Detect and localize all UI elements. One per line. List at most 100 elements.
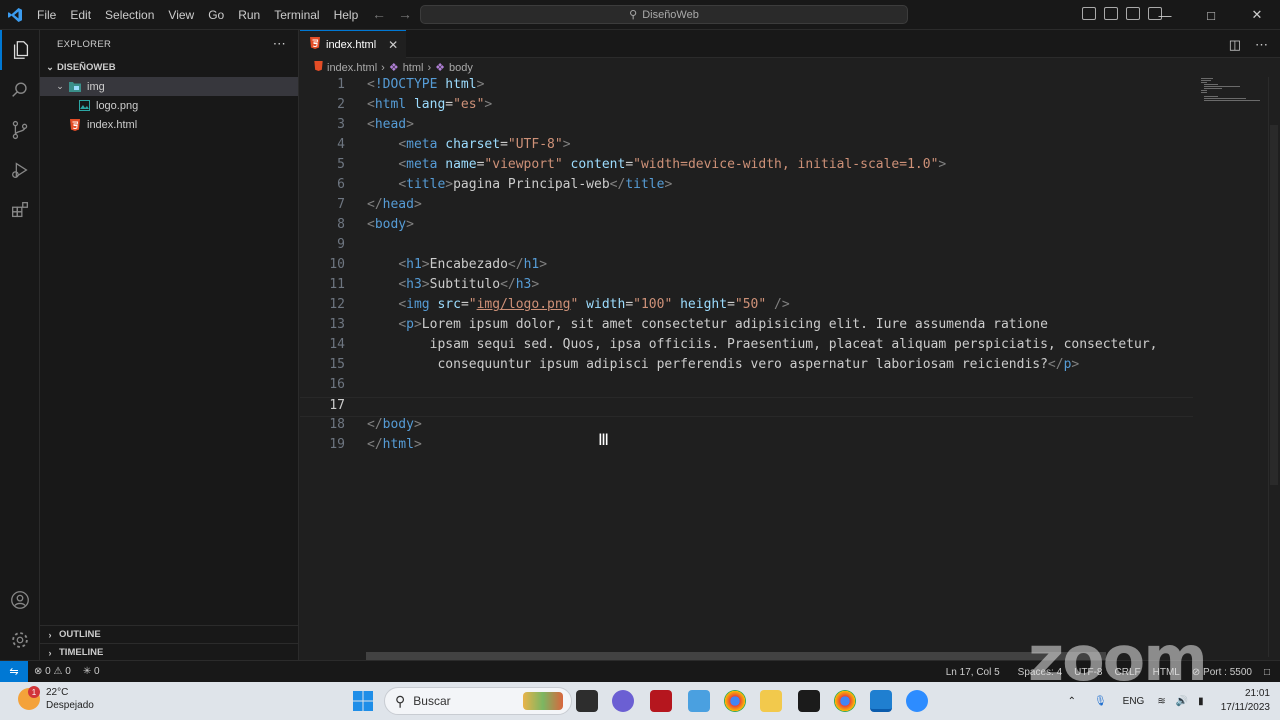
menu-selection[interactable]: Selection bbox=[98, 0, 161, 30]
menu-view[interactable]: View bbox=[161, 0, 201, 30]
tab-index-html[interactable]: index.html ✕ bbox=[300, 30, 407, 58]
menu-terminal[interactable]: Terminal bbox=[267, 0, 326, 30]
workspace-root[interactable]: ⌄ DISEÑOWEB bbox=[40, 58, 298, 77]
code-line[interactable]: 19 </html> bbox=[300, 437, 1193, 457]
input-language[interactable]: ENG bbox=[1115, 696, 1153, 707]
more-actions-icon[interactable]: ⋯ bbox=[1255, 37, 1268, 53]
code-token: < bbox=[398, 317, 407, 332]
line-number: 5 bbox=[337, 157, 345, 172]
code-line[interactable]: 16 bbox=[300, 377, 1193, 397]
maximize-icon[interactable]: □ bbox=[1188, 0, 1234, 30]
task-view-icon[interactable] bbox=[576, 690, 598, 712]
breadcrumb-item[interactable]: index.html bbox=[327, 62, 377, 74]
vertical-scrollbar[interactable] bbox=[1268, 77, 1280, 657]
close-tab-icon[interactable]: ✕ bbox=[388, 38, 398, 52]
outline-section[interactable]: › OUTLINE bbox=[40, 625, 299, 643]
ports-indicator[interactable]: ✳ 0 bbox=[77, 666, 106, 677]
microphone-icon[interactable]: 🎙 bbox=[1086, 696, 1115, 707]
line-number: 18 bbox=[329, 417, 345, 432]
menu-run[interactable]: Run bbox=[231, 0, 267, 30]
snipping-tool-icon[interactable] bbox=[688, 690, 710, 712]
tree-item-img-folder[interactable]: ⌄ img bbox=[40, 77, 298, 96]
zoom-app-icon[interactable] bbox=[906, 690, 928, 712]
timeline-section[interactable]: › TIMELINE bbox=[40, 643, 299, 661]
toggle-sidebar-icon[interactable] bbox=[1082, 7, 1096, 20]
code-line[interactable]: 8 <body> bbox=[300, 217, 1193, 237]
code-line[interactable]: 5 <meta name="viewport" content="width=d… bbox=[300, 157, 1193, 177]
tree-item-logo-png[interactable]: logo.png bbox=[40, 96, 298, 115]
code-line[interactable]: 4 <meta charset="UTF-8"> bbox=[300, 137, 1193, 157]
extensions-icon[interactable] bbox=[0, 190, 40, 230]
command-center[interactable]: ⚲ DiseñoWeb bbox=[420, 5, 908, 24]
taskbar-search[interactable]: ⚲ Buscar bbox=[384, 687, 572, 715]
breadcrumb-item[interactable]: body bbox=[449, 62, 473, 74]
back-arrow-icon[interactable]: ← bbox=[372, 6, 386, 22]
intellij-icon[interactable] bbox=[798, 690, 820, 712]
windows-start-icon[interactable] bbox=[352, 690, 374, 712]
file-explorer-icon[interactable] bbox=[760, 690, 782, 712]
code-line[interactable]: 7 </head> bbox=[300, 197, 1193, 217]
search-view-icon[interactable] bbox=[0, 70, 40, 110]
chevron-right-icon: › bbox=[427, 61, 432, 74]
more-actions-icon[interactable]: ⋯ bbox=[273, 36, 286, 52]
wifi-icon[interactable]: ≋ bbox=[1152, 696, 1170, 707]
chrome-icon[interactable] bbox=[724, 690, 746, 712]
code-token: "width=device-width, initial-scale=1.0" bbox=[633, 157, 939, 172]
manage-gear-icon[interactable] bbox=[0, 620, 40, 660]
remote-indicator-icon[interactable]: ⇋ bbox=[0, 660, 28, 683]
teams-chat-icon[interactable] bbox=[612, 690, 634, 712]
tree-item-index-html[interactable]: index.html bbox=[40, 115, 298, 134]
battery-icon[interactable]: ▮ bbox=[1193, 696, 1209, 707]
code-line[interactable]: 10 <h1>Encabezado</h1> bbox=[300, 257, 1193, 277]
code-line[interactable]: 3 <head> bbox=[300, 117, 1193, 137]
accounts-icon[interactable] bbox=[0, 580, 40, 620]
run-debug-icon[interactable] bbox=[0, 150, 40, 190]
code-token: > bbox=[484, 97, 493, 112]
code-line[interactable]: 12 <img src="img/logo.png" width="100" h… bbox=[300, 297, 1193, 317]
cursor-position[interactable]: Ln 17, Col 5 bbox=[940, 667, 1006, 678]
menu-help[interactable]: Help bbox=[327, 0, 366, 30]
code-token: < bbox=[398, 277, 407, 292]
code-editor[interactable]: 1 <!DOCTYPE html> 2 <html lang="es"> 3 <head>… bbox=[300, 77, 1193, 657]
volume-icon[interactable]: 🔊 bbox=[1171, 696, 1193, 707]
scrollbar-thumb[interactable] bbox=[1270, 125, 1278, 485]
code-line[interactable]: 13 <p>Lorem ipsum dolor, sit amet consec… bbox=[300, 317, 1193, 337]
clock[interactable]: 21:01 17/11/2023 bbox=[1209, 687, 1280, 715]
line-number: 19 bbox=[329, 437, 345, 452]
toggle-panel-icon[interactable] bbox=[1104, 7, 1118, 20]
code-line[interactable]: 15 consequuntur ipsum adipisci perferend… bbox=[300, 357, 1193, 377]
split-editor-icon[interactable]: ◫ bbox=[1229, 37, 1241, 53]
code-line[interactable]: 2 <html lang="es"> bbox=[300, 97, 1193, 117]
code-token: > bbox=[413, 437, 422, 452]
chrome-profile-icon[interactable] bbox=[834, 690, 856, 712]
close-window-icon[interactable]: ✕ bbox=[1234, 0, 1280, 30]
code-line[interactable]: 14 ipsam sequi sed. Quos, ipsa officiis.… bbox=[300, 337, 1193, 357]
vscode-taskbar-icon[interactable] bbox=[870, 690, 892, 712]
minimap[interactable] bbox=[1193, 77, 1268, 137]
minimize-icon[interactable]: — bbox=[1142, 0, 1188, 30]
app-icon[interactable] bbox=[650, 690, 672, 712]
breadcrumb-item[interactable]: html bbox=[403, 62, 424, 74]
explorer-icon[interactable] bbox=[0, 30, 40, 70]
code-line[interactable]: 11 <h3>Subtitulo</h3> bbox=[300, 277, 1193, 297]
source-control-icon[interactable] bbox=[0, 110, 40, 150]
problems-indicator[interactable]: ⊗ 0 ⚠ 0 bbox=[28, 666, 77, 677]
code-token: img bbox=[406, 297, 430, 312]
code-line[interactable]: 18 </body> bbox=[300, 417, 1193, 437]
notifications-bell-icon[interactable]: □ bbox=[1258, 667, 1280, 678]
menu-edit[interactable]: Edit bbox=[63, 0, 98, 30]
weather-widget[interactable]: 1 22°C Despejado bbox=[18, 686, 94, 712]
code-token: < bbox=[398, 257, 407, 272]
code-token: meta bbox=[406, 157, 438, 172]
code-line[interactable]: 17 bbox=[300, 397, 1193, 417]
code-line[interactable]: 1 <!DOCTYPE html> bbox=[300, 77, 1193, 97]
forward-arrow-icon[interactable]: → bbox=[398, 6, 412, 22]
toggle-secondary-sidebar-icon[interactable] bbox=[1126, 7, 1140, 20]
code-text: <head> bbox=[367, 117, 414, 132]
code-line[interactable]: 9 bbox=[300, 237, 1193, 257]
chevron-up-icon[interactable]: ⌃ bbox=[1058, 696, 1086, 707]
code-token: Subtitulo bbox=[429, 277, 501, 292]
menu-go[interactable]: Go bbox=[201, 0, 231, 30]
menu-file[interactable]: File bbox=[30, 0, 63, 30]
code-line[interactable]: 6 <title>pagina Principal-web</title> bbox=[300, 177, 1193, 197]
